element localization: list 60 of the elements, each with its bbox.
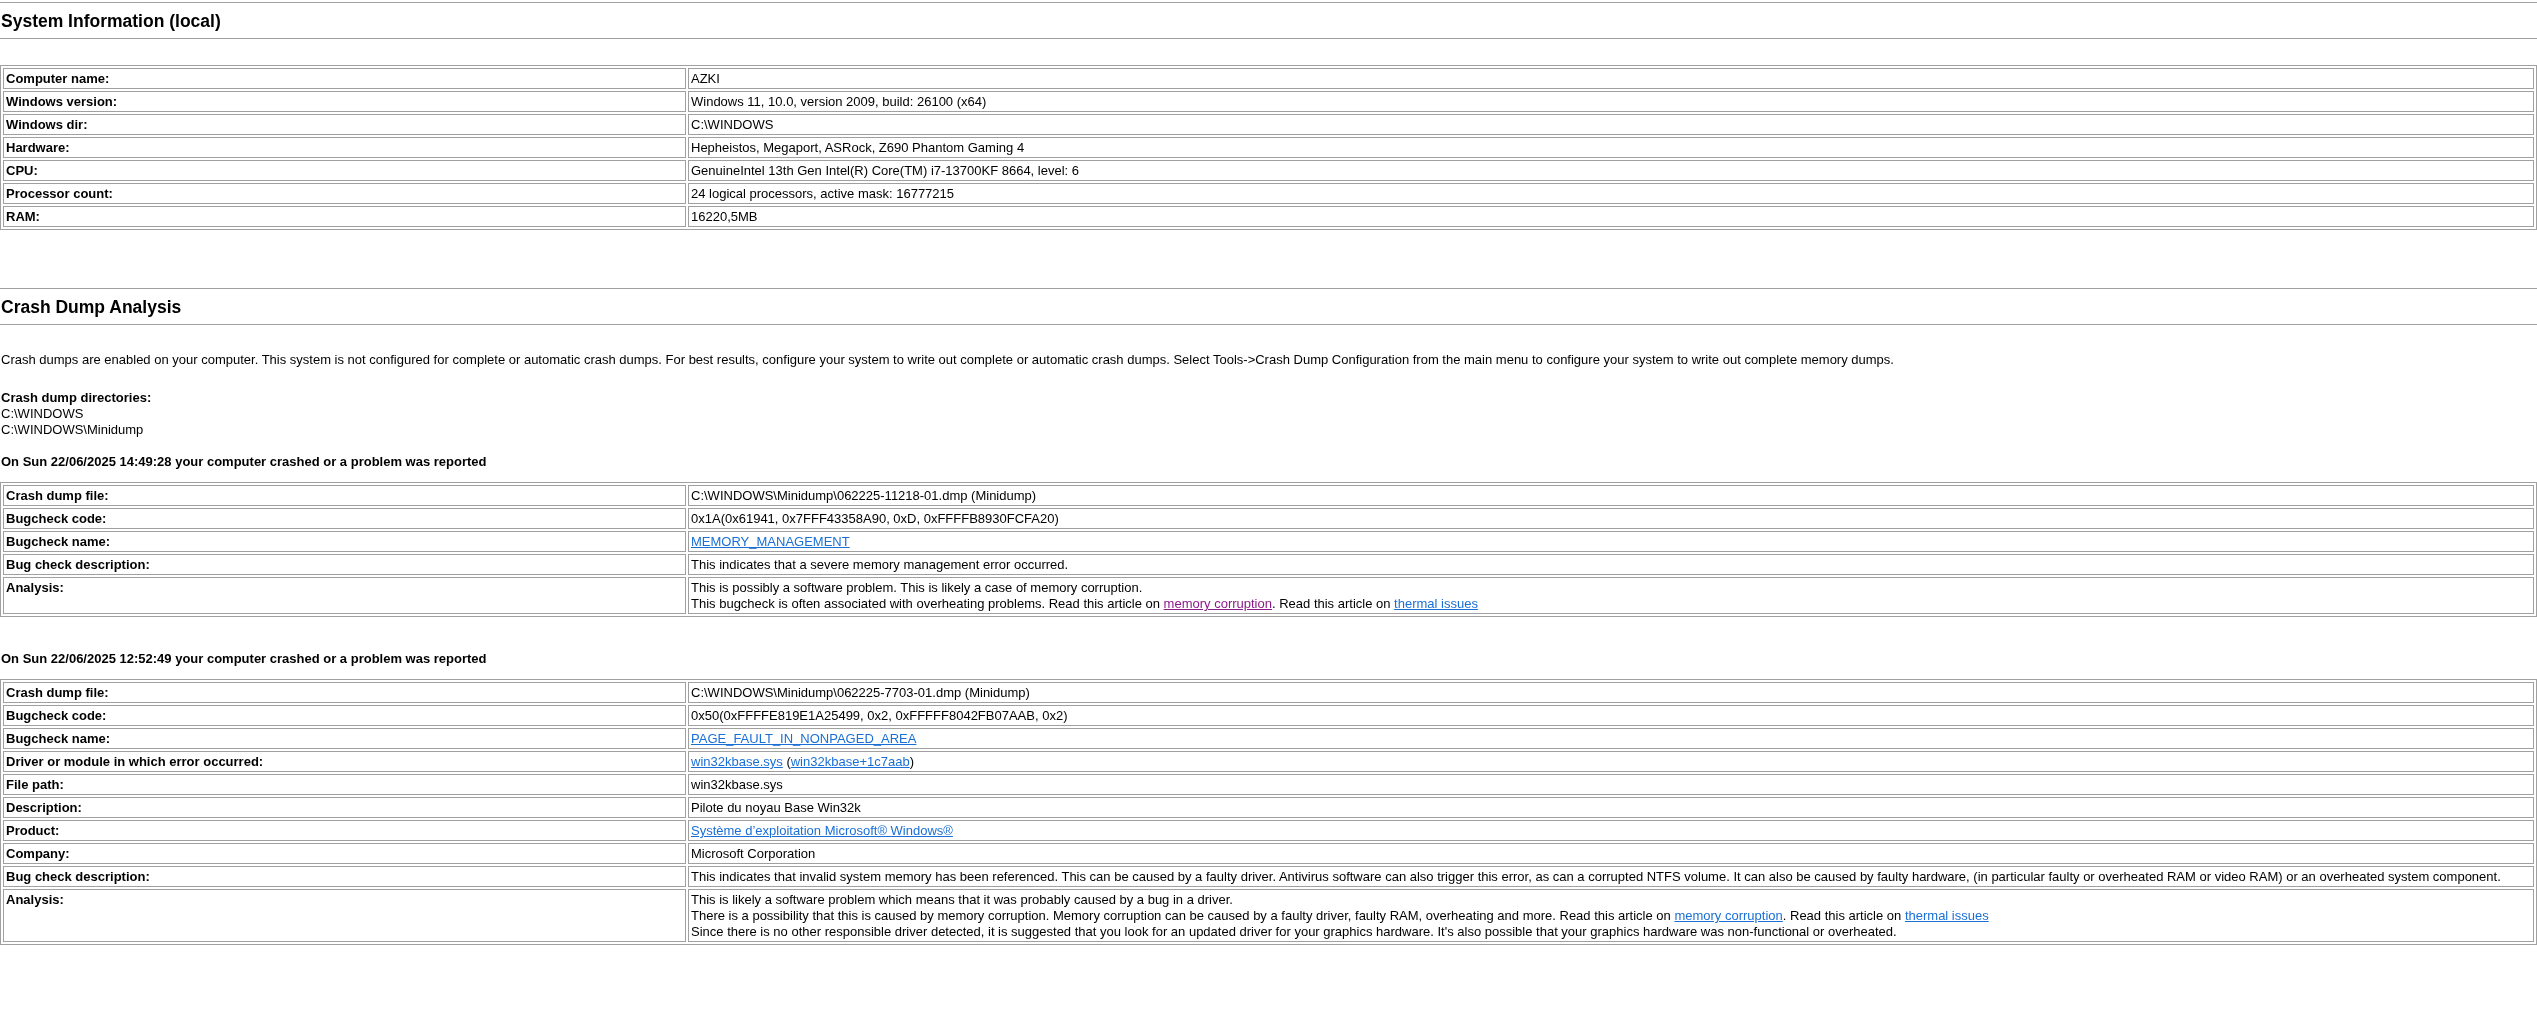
directories-label: Crash dump directories: bbox=[0, 390, 153, 406]
table-cell: Product: bbox=[3, 820, 686, 841]
text-line: Since there is no other responsible driver detected, it is suggested that you look for an updated driver for your graphics hardware. It's also possible that your graphics hardware was non-functional or overheated. bbox=[691, 924, 1898, 940]
table-cell: RAM: bbox=[3, 206, 686, 227]
text-line: This bugcheck is often associated with overheating problems. Read this article on memory corruption. Read this article on thermal issues bbox=[691, 596, 1479, 612]
link[interactable]: MEMORY_MANAGEMENT bbox=[691, 534, 850, 549]
table-cell: Bugcheck code: bbox=[3, 705, 686, 726]
table-cell: Description: bbox=[3, 797, 686, 818]
table-cell: C:\WINDOWS\Minidump\062225-7703-01.dmp (Minidump) bbox=[688, 682, 2534, 703]
table-cell: Bugcheck name: bbox=[3, 531, 686, 552]
table-cell: This indicates that a severe memory management error occurred. bbox=[688, 554, 2534, 575]
text-line: This is likely a software problem which means that it was probably caused by a bug in a driver. bbox=[691, 892, 1234, 908]
table-cell: Bug check description: bbox=[3, 554, 686, 575]
link[interactable]: thermal issues bbox=[1394, 596, 1478, 611]
table-cell: 16220,5MB bbox=[688, 206, 2534, 227]
table-cell: win32kbase.sys bbox=[688, 774, 2534, 795]
table-cell: C:\WINDOWS\Minidump\062225-11218-01.dmp (Minidump) bbox=[688, 485, 2534, 506]
table-cell: Hardware: bbox=[3, 137, 686, 158]
table-cell: Microsoft Corporation bbox=[688, 843, 2534, 864]
table-cell: Computer name: bbox=[3, 68, 686, 89]
table-cell: This indicates that invalid system memory has been referenced. This can be caused by a faulty driver. Antivirus software can also trigger this error, as can a corrupted NTFS volume. It can also be caused by faulty hardware, (in particular faulty or overheated RAM or video RAM) or an overheated system component. bbox=[688, 866, 2534, 887]
table-cell: Processor count: bbox=[3, 183, 686, 204]
table-cell: 24 logical processors, active mask: 16777215 bbox=[688, 183, 2534, 204]
table-cell: Crash dump file: bbox=[3, 485, 686, 506]
crash-heading: On Sun 22/06/2025 14:49:28 your computer crashed or a problem was reported bbox=[0, 454, 488, 470]
table-cell: Bug check description: bbox=[3, 866, 686, 887]
table-cell: Hepheistos, Megaport, ASRock, Z690 Phantom Gaming 4 bbox=[688, 137, 2534, 158]
crash-heading: On Sun 22/06/2025 12:52:49 your computer crashed or a problem was reported bbox=[0, 651, 488, 667]
table-cell: File path: bbox=[3, 774, 686, 795]
table-cell: AZKI bbox=[688, 68, 2534, 89]
table-cell: Windows version: bbox=[3, 91, 686, 112]
table-cell: Windows 11, 10.0, version 2009, build: 26100 (x64) bbox=[688, 91, 2534, 112]
directory-path: C:\WINDOWS\Minidump bbox=[0, 422, 145, 438]
link[interactable]: thermal issues bbox=[1904, 908, 1989, 923]
text-line: There is a possibility that this is caused by memory corruption. Memory corruption can be caused by a faulty driver, faulty RAM, overheating and more. Read this article on memory corruption. Read this article on thermal issues bbox=[691, 908, 1990, 924]
table-cell: Analysis: bbox=[3, 889, 686, 942]
link[interactable]: memory corruption bbox=[1163, 596, 1272, 611]
table-cell: GenuineIntel 13th Gen Intel(R) Core(TM) i7-13700KF 8664, level: 6 bbox=[688, 160, 2534, 181]
link[interactable]: Système d’exploitation Microsoft® Windows® bbox=[691, 823, 953, 838]
table-cell: Crash dump file: bbox=[3, 682, 686, 703]
table-cell: Analysis: bbox=[3, 577, 686, 614]
text-line: win32kbase.sys (win32kbase+1c7aab) bbox=[691, 754, 915, 770]
table-cell: Pilote du noyau Base Win32k bbox=[688, 797, 2534, 818]
link[interactable]: PAGE_FAULT_IN_NONPAGED_AREA bbox=[691, 731, 917, 746]
table-cell: 0x50(0xFFFFE819E1A25499, 0x2, 0xFFFFF8042FB07AAB, 0x2) bbox=[688, 705, 2534, 726]
table-cell: Company: bbox=[3, 843, 686, 864]
section-title: System Information (local) bbox=[0, 2, 2537, 39]
table-cell: Bugcheck code: bbox=[3, 508, 686, 529]
section-title: Crash Dump Analysis bbox=[0, 288, 2537, 325]
table-cell: 0x1A(0x61941, 0x7FFF43358A90, 0xD, 0xFFFFB8930FCFA20) bbox=[688, 508, 2534, 529]
table-cell: Bugcheck name: bbox=[3, 728, 686, 749]
text-line: This is possibly a software problem. This is likely a case of memory corruption. bbox=[691, 580, 1144, 596]
table-cell: C:\WINDOWS bbox=[688, 114, 2534, 135]
link[interactable]: win32kbase.sys bbox=[691, 754, 783, 769]
directory-path: C:\WINDOWS bbox=[0, 406, 85, 422]
table-cell: Driver or module in which error occurred: bbox=[3, 751, 686, 772]
intro-paragraph: Crash dumps are enabled on your computer. This system is not configured for complete or automatic crash dumps. For best results, configure your system to write out complete or automatic crash dumps. Select Tools->Crash Dump Configuration from the main menu to configure your system to write out complete memory dumps. bbox=[0, 352, 1895, 368]
link[interactable]: memory corruption bbox=[1674, 908, 1783, 923]
table-cell: Windows dir: bbox=[3, 114, 686, 135]
table-cell: CPU: bbox=[3, 160, 686, 181]
